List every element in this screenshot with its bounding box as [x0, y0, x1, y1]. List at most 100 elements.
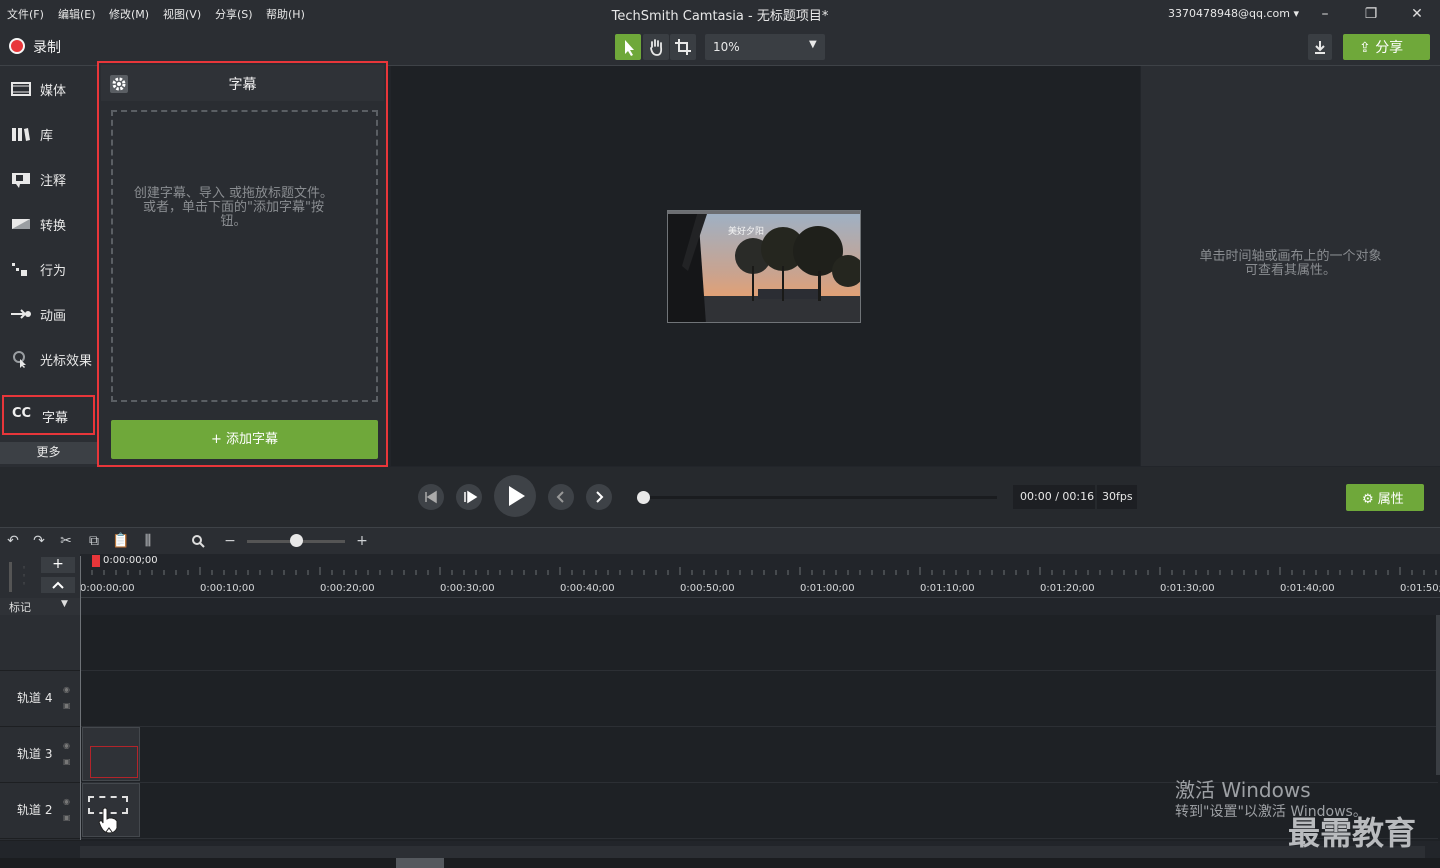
minimize-icon[interactable]: – — [1315, 4, 1335, 24]
sidebar-item-annotations[interactable]: 注释 — [0, 156, 97, 200]
captions-hint-line: 创建字幕、导入 或拖放标题文件。 — [133, 186, 334, 201]
step-forward-button[interactable] — [456, 484, 482, 510]
editing-canvas[interactable]: 美好夕阳 — [391, 66, 1140, 466]
scrub-handle[interactable] — [637, 491, 650, 504]
paste-icon[interactable]: 📋 — [112, 533, 129, 549]
timeline-ruler[interactable]: 0:00:00;00 0:00:10;00 0:00:20;00 0:00:30… — [80, 554, 1440, 598]
transition-icon — [12, 219, 30, 229]
download-button[interactable] — [1308, 34, 1332, 60]
menu-help[interactable]: 帮助(H) — [266, 6, 305, 22]
ruler-tick-label: 0:00:30;00 — [440, 583, 495, 594]
scrollbar-thumb[interactable] — [396, 858, 444, 868]
eye-icon[interactable]: ◉ — [63, 797, 70, 806]
track-row[interactable] — [80, 615, 1438, 671]
ruler-tick-label: 0:01:20;00 — [1040, 583, 1095, 594]
properties-button[interactable]: ⚙ 属性 — [1346, 484, 1424, 511]
zoom-out-icon[interactable]: − — [222, 533, 238, 549]
sidebar-item-media[interactable]: 媒体 — [0, 66, 97, 110]
copy-icon[interactable]: ⧉ — [86, 533, 102, 549]
ruler-tick-label: 0:01:00;00 — [800, 583, 855, 594]
ruler-tick-label: 0:00:50;00 — [680, 583, 735, 594]
playhead-marker[interactable] — [92, 555, 100, 567]
ruler-tick-label: 0:00:20;00 — [320, 583, 375, 594]
undo-icon[interactable]: ↶ — [5, 533, 21, 549]
play-button[interactable] — [494, 475, 536, 517]
select-tool-button[interactable] — [615, 34, 641, 60]
restore-icon[interactable]: ❐ — [1361, 4, 1381, 24]
zoom-select[interactable]: 10% ▼ — [705, 34, 825, 60]
step-back-button[interactable] — [418, 484, 444, 510]
zoom-in-icon[interactable]: + — [354, 533, 370, 549]
menu-file[interactable]: 文件(F) — [7, 6, 44, 22]
properties-label: 属性 — [1377, 492, 1404, 507]
sidebar-more-button[interactable]: 更多 — [0, 442, 97, 464]
eye-icon[interactable]: ◉ — [63, 741, 70, 750]
ruler-tick-label: 0:01:40;00 — [1280, 583, 1335, 594]
sidebar-item-captions[interactable]: CC 字幕 — [2, 395, 95, 435]
timeline-vertical-scrollbar[interactable] — [1436, 615, 1440, 775]
sidebar-item-library[interactable]: 库 — [0, 111, 97, 155]
share-icon: ⇪ — [1359, 40, 1371, 56]
properties-hint-line: 可查看其属性。 — [1244, 263, 1336, 278]
sidebar-item-cursor-effects[interactable]: 光标效果 — [0, 336, 97, 380]
menu-view[interactable]: 视图(V) — [163, 6, 201, 22]
timeline-zoom-handle[interactable] — [290, 534, 303, 547]
tools-sidebar: 媒体 库 注释 转换 行为 动画 光标效果 CC 字幕 更多 — [0, 66, 97, 467]
step-back-icon — [425, 490, 437, 504]
sidebar-item-transitions[interactable]: 转换 — [0, 201, 97, 245]
next-marker-button[interactable] — [586, 484, 612, 510]
previous-marker-button[interactable] — [548, 484, 574, 510]
ruler-tick-label: 0:00:40;00 — [560, 583, 615, 594]
close-icon[interactable]: ✕ — [1407, 4, 1427, 24]
record-button[interactable]: 录制 — [33, 37, 61, 57]
sidebar-item-behaviors[interactable]: 行为 — [0, 246, 97, 290]
sidebar-item-label: 媒体 — [40, 84, 67, 99]
scrub-bar[interactable] — [643, 496, 997, 499]
caption-drop-zone[interactable] — [111, 110, 378, 402]
track-header-4[interactable]: 轨道 4 ◉ ▣ — [0, 671, 80, 727]
fps-display: 30fps — [1097, 485, 1137, 509]
add-caption-button[interactable]: + 添加字幕 — [111, 420, 378, 459]
marker-track[interactable]: 标记 ▼ — [0, 598, 80, 615]
brand-watermark: 最需教育 — [1288, 814, 1417, 852]
account-menu[interactable]: 3370478948@qq.com ▾ — [1168, 7, 1299, 20]
track-height-slider[interactable] — [9, 562, 12, 592]
properties-hint-line: 单击时间轴或画布上的一个对象 — [1199, 249, 1382, 264]
chevron-down-icon: ▼ — [809, 39, 817, 50]
sidebar-item-animations[interactable]: 动画 — [0, 291, 97, 335]
track-header-empty — [0, 615, 80, 671]
track-row[interactable] — [80, 671, 1438, 727]
cut-icon[interactable]: ✂ — [58, 533, 74, 549]
zoom-icon[interactable] — [190, 533, 206, 549]
menu-share[interactable]: 分享(S) — [215, 6, 253, 22]
menu-modify[interactable]: 修改(M) — [109, 6, 149, 22]
properties-hint: 单击时间轴或画布上的一个对象 可查看其属性。 — [1141, 250, 1440, 278]
captions-panel-title: 字幕 — [228, 77, 257, 93]
ruler-tick-label: 0:00:00;00 — [80, 583, 135, 594]
eye-icon[interactable]: ◉ — [63, 685, 70, 694]
video-preview[interactable]: 美好夕阳 — [667, 210, 861, 323]
share-button[interactable]: ⇪ 分享 — [1343, 34, 1430, 60]
hand-cursor-icon — [96, 806, 122, 836]
track-label: 轨道 2 — [17, 803, 53, 817]
ruler-tick-label: 0:01:30;00 — [1160, 583, 1215, 594]
lock-icon[interactable]: ▣ — [63, 701, 71, 710]
timeline-horizontal-scrollbar[interactable] — [80, 846, 1425, 858]
lock-icon[interactable]: ▣ — [63, 813, 71, 822]
track-header-2[interactable]: 轨道 2 ◉ ▣ — [0, 783, 80, 839]
add-track-button[interactable]: + — [41, 557, 75, 573]
menu-edit[interactable]: 编辑(E) — [58, 6, 96, 22]
crop-tool-button[interactable] — [670, 34, 696, 60]
lock-icon[interactable]: ▣ — [63, 757, 71, 766]
pointer-icon — [625, 40, 634, 56]
pan-tool-button[interactable] — [643, 34, 669, 60]
redo-icon[interactable]: ↷ — [31, 533, 47, 549]
track-header-3[interactable]: 轨道 3 ◉ ▣ — [0, 727, 80, 783]
timeline-toolbar: ↶ ↷ ✂ ⧉ 📋 ⫼ − + — [0, 527, 1440, 554]
split-icon[interactable]: ⫼ — [140, 533, 156, 549]
collapse-tracks-button[interactable] — [41, 577, 75, 593]
crop-icon — [675, 39, 691, 55]
chevron-down-icon: ▼ — [61, 599, 68, 609]
record-icon[interactable] — [9, 38, 25, 54]
cursor-effect-icon — [13, 351, 26, 368]
